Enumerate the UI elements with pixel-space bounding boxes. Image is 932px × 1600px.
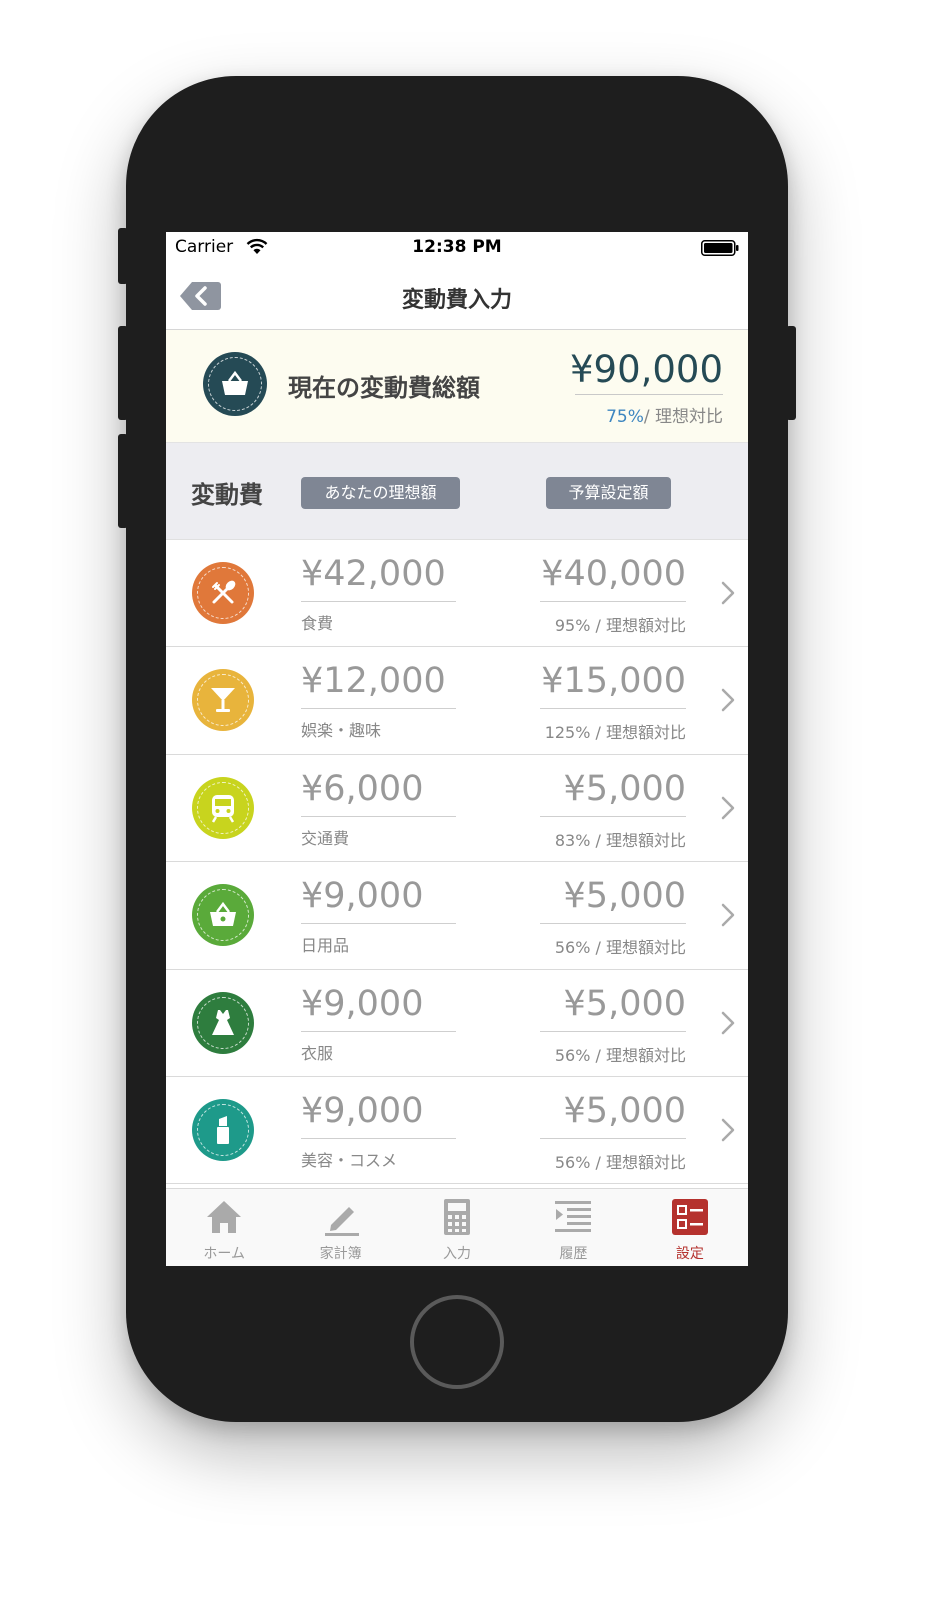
budget-ratio: 95% / 理想額対比 [554,616,686,635]
budget-ratio: 56% / 理想額対比 [554,938,686,958]
basket-icon [192,884,254,947]
budget-divider [540,1137,686,1139]
chevron-right-icon [720,795,736,825]
app-screen: Carrier 12:38 PM 変動費入力 現在の変動費総額 ¥90,000 [166,232,748,1266]
home-icon [207,1201,242,1233]
history-list-icon [555,1201,592,1232]
total-summary-panel: 現在の変動費総額 ¥90,000 75%/ 理想対比 [166,330,748,443]
navigation-bar: 変動費入力 [166,262,748,330]
budget-amount: ¥5,000 [563,768,686,809]
budget-ratio: 56% / 理想額対比 [554,1045,686,1065]
fork-spoon-icon [192,562,254,624]
tab-input[interactable]: 入力 [399,1189,515,1266]
tab-input-label: 入力 [443,1246,472,1262]
train-icon [192,776,254,839]
category-row[interactable]: ¥9,000 衣服 ¥5,000 56% / 理想額対比 [166,969,748,1077]
status-bar: Carrier 12:38 PM [166,232,748,262]
tab-home[interactable]: ホーム [166,1189,282,1266]
power-button [786,326,796,420]
budget-amount: ¥5,000 [563,876,686,917]
summary-ratio: 75%/ 理想対比 [606,402,723,427]
ideal-amount: ¥9,000 [301,876,424,917]
category-list: ¥42,000 食費 ¥40,000 95% / 理想額対比 ¥12,000 娯楽・趣味 ¥… [166,540,748,1185]
budget-divider [540,815,686,817]
budget-ratio: 83% / 理想額対比 [554,830,686,850]
budget-amount-tag: 予算設定額 [546,477,671,509]
category-name: 衣服 [301,1043,334,1063]
summary-label: 現在の変動費総額 [288,374,480,402]
ideal-amount: ¥12,000 [301,661,446,702]
ideal-divider [301,815,456,817]
ideal-divider [301,923,456,925]
dress-icon [192,991,254,1054]
budget-ratio: 56% / 理想額対比 [554,1152,686,1172]
budget-amount: ¥15,000 [541,661,686,702]
ideal-divider [301,1137,456,1139]
list-header-title: 変動費 [191,481,263,509]
chevron-right-icon [720,1117,736,1147]
pencil-icon [324,1207,359,1236]
tab-settings[interactable]: 設定 [632,1189,748,1266]
chevron-right-icon [720,687,736,717]
volume-up-button [118,326,128,420]
ideal-amount: ¥42,000 [301,554,446,594]
ideal-amount: ¥9,000 [301,983,424,1024]
cocktail-icon [192,669,254,732]
ideal-amount: ¥6,000 [301,768,424,809]
volume-down-button [118,434,128,528]
tab-history-label: 履歴 [559,1246,588,1262]
category-row[interactable]: ¥12,000 娯楽・趣味 ¥15,000 125% / 理想額対比 [166,647,748,755]
budget-divider [540,601,686,602]
category-row[interactable]: ¥9,000 日用品 ¥5,000 56% / 理想額対比 [166,862,748,970]
category-name: 食費 [301,614,334,633]
budget-amount: ¥5,000 [563,983,686,1024]
list-header: 変動費 あなたの理想額 予算設定額 [166,443,748,540]
category-row[interactable]: ¥9,000 美容・コスメ ¥5,000 56% / 理想額対比 [166,1076,748,1185]
summary-ratio-suffix: / 理想対比 [643,407,723,427]
status-time: 12:38 PM [412,237,502,257]
ideal-divider [301,1030,456,1032]
lipstick-icon [192,1098,254,1161]
mute-switch [118,228,128,284]
ideal-amount-tag: あなたの理想額 [301,477,460,509]
tab-home-label: ホーム [203,1246,245,1262]
category-row[interactable]: ¥42,000 食費 ¥40,000 95% / 理想額対比 [166,540,748,648]
chevron-right-icon [720,902,736,932]
tab-settings-label: 設定 [675,1246,704,1262]
tab-kakeibo[interactable]: 家計簿 [282,1189,398,1266]
battery-icon [701,240,739,256]
summary-percent: 75% [606,407,644,427]
tab-kakeibo-label: 家計簿 [319,1246,362,1262]
chevron-right-icon [720,1010,736,1040]
category-name: 日用品 [301,936,350,956]
settings-grid-icon [671,1199,708,1235]
tab-history[interactable]: 履歴 [515,1189,631,1266]
ideal-divider [301,601,456,602]
budget-amount: ¥5,000 [563,1090,686,1131]
ideal-amount: ¥9,000 [301,1090,424,1131]
chevron-right-icon [720,580,736,610]
summary-basket-icon [203,352,267,416]
budget-divider [540,923,686,925]
budget-ratio: 125% / 理想額対比 [544,723,686,743]
tab-bar: ホーム 家計簿 入力 履歴 設定 [166,1188,748,1266]
budget-amount: ¥40,000 [541,554,686,594]
summary-divider [575,394,723,395]
category-row[interactable]: ¥6,000 交通費 ¥5,000 83% / 理想額対比 [166,754,748,863]
category-name: 交通費 [301,828,350,848]
budget-divider [540,708,686,710]
calculator-icon [444,1199,471,1235]
category-name: 娯楽・趣味 [301,721,382,741]
page-title: 変動費入力 [401,288,512,313]
summary-total-amount: ¥90,000 [569,348,723,391]
category-name: 美容・コスメ [301,1150,398,1170]
home-button[interactable] [410,1295,504,1389]
budget-divider [540,1030,686,1032]
ideal-divider [301,708,456,710]
